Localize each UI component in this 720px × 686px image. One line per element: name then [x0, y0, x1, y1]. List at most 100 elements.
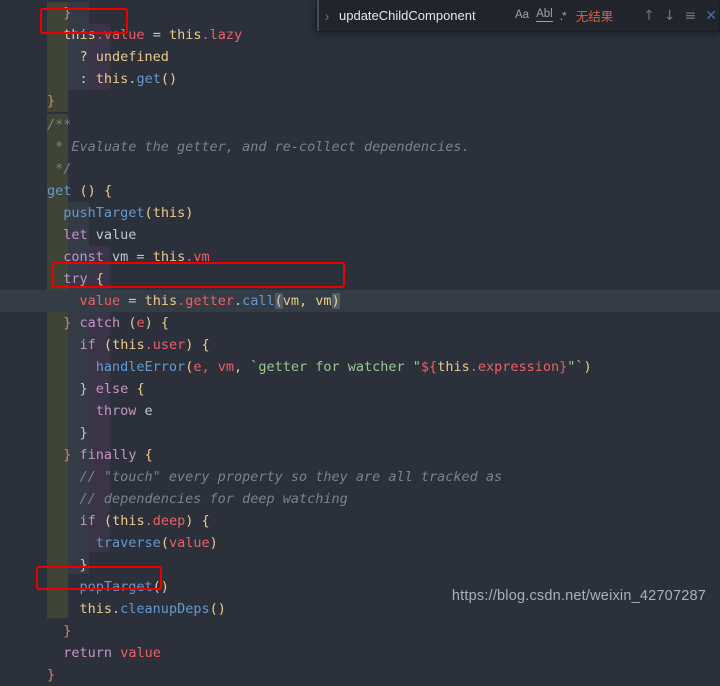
code-token: value [79, 293, 129, 309]
code-token: { [103, 183, 113, 199]
whole-word-icon[interactable]: Abl [536, 8, 553, 23]
code-token: ( [103, 337, 113, 353]
code-line: } catch (e) { [0, 312, 720, 334]
code-line: /** [0, 114, 720, 136]
code-token: `getter for watcher " [250, 359, 421, 375]
code-token: .value [95, 27, 145, 43]
code-token: finally [79, 447, 137, 463]
find-widget[interactable]: › updateChildComponent Aa Abl .* 无结果 ↑ ↓… [316, 0, 720, 32]
source-watermark: https://blog.csdn.net/weixin_42707287 [451, 588, 706, 604]
find-previous-icon[interactable]: ↑ [643, 9, 655, 23]
code-token: cleanupDeps [120, 601, 210, 617]
code-token: this [152, 249, 186, 265]
code-line: } finally { [0, 444, 720, 466]
code-line: } [0, 620, 720, 642]
code-token: .vm [185, 249, 210, 265]
code-line: } [0, 664, 720, 686]
code-token: vm, vm [282, 293, 332, 309]
find-options[interactable]: Aa Abl .* [515, 8, 567, 23]
code-token: { [144, 447, 153, 463]
code-line: pushTarget(this) [0, 202, 720, 224]
code-editor[interactable]: } this.value = this.lazy ? undefined : t… [0, 0, 720, 683]
code-token: e [136, 315, 145, 331]
code-line: try { [0, 268, 720, 290]
code-token: ) [185, 205, 194, 221]
code-token: value [120, 645, 161, 661]
code-token: } [79, 425, 88, 441]
find-navigation[interactable]: ↑ ↓ ≡ ✕ [643, 9, 717, 23]
code-token: pushTarget [63, 205, 145, 221]
code-token: "` [567, 359, 584, 375]
code-line: } [0, 90, 720, 112]
code-token: ${ [420, 359, 438, 375]
code-token: } [47, 667, 56, 683]
code-token: e [136, 403, 153, 419]
code-token: ) [209, 535, 218, 551]
code-line: } else { [0, 378, 720, 400]
code-token: catch [79, 315, 121, 331]
code-line: ? undefined [0, 46, 720, 68]
code-token: } [79, 557, 88, 573]
match-case-icon[interactable]: Aa [515, 9, 529, 22]
code-token: throw [95, 403, 137, 419]
code-token: popTarget [79, 579, 153, 595]
code-line: const vm = this.vm [0, 246, 720, 268]
code-line: return value [0, 642, 720, 664]
code-token: this [144, 293, 178, 309]
code-line: } [0, 554, 720, 576]
code-token: = [144, 27, 169, 43]
code-token: .lazy [201, 27, 243, 43]
code-token: , [233, 359, 251, 375]
find-in-selection-icon[interactable]: ≡ [685, 9, 697, 23]
find-next-icon[interactable]: ↓ [664, 9, 676, 23]
code-token: this [112, 513, 145, 529]
code-token: () [152, 579, 169, 595]
code-token: { [201, 337, 210, 353]
code-line: throw e [0, 400, 720, 422]
code-token: */ [47, 161, 72, 177]
code-token: } [47, 93, 56, 109]
find-input[interactable]: updateChildComponent [339, 4, 513, 27]
code-token: .getter [177, 293, 234, 309]
code-token: get [136, 71, 161, 87]
code-token: // dependencies for deep watching [79, 491, 348, 507]
code-token: = [128, 293, 145, 309]
code-line: // "touch" every property so they are al… [0, 466, 720, 488]
code-token: ) [144, 315, 153, 331]
close-icon[interactable]: ✕ [705, 9, 717, 23]
code-token: e, vm [193, 359, 234, 375]
code-token: ) [331, 293, 340, 309]
code-token: .user [144, 337, 186, 353]
code-token: call [242, 293, 275, 309]
code-token: this [437, 359, 470, 375]
code-token: . [233, 293, 243, 309]
code-token: ) [583, 359, 592, 375]
code-token: get [47, 183, 72, 199]
code-token: this [152, 205, 186, 221]
code-line: */ [0, 158, 720, 180]
code-token: this [79, 601, 113, 617]
code-token: { [160, 315, 170, 331]
chevron-right-icon[interactable]: › [317, 0, 337, 31]
code-token: else [95, 381, 129, 397]
code-line: } [0, 422, 720, 444]
code-token: return [63, 645, 113, 661]
code-token: // "touch" every property so they are al… [79, 469, 503, 485]
code-token: .deep [144, 513, 186, 529]
code-token: if [79, 513, 96, 529]
code-token: ( [144, 205, 153, 221]
regex-icon[interactable]: .* [560, 10, 567, 22]
code-token: this [95, 71, 129, 87]
code-token: () [160, 71, 178, 87]
code-token: /** [47, 117, 72, 133]
